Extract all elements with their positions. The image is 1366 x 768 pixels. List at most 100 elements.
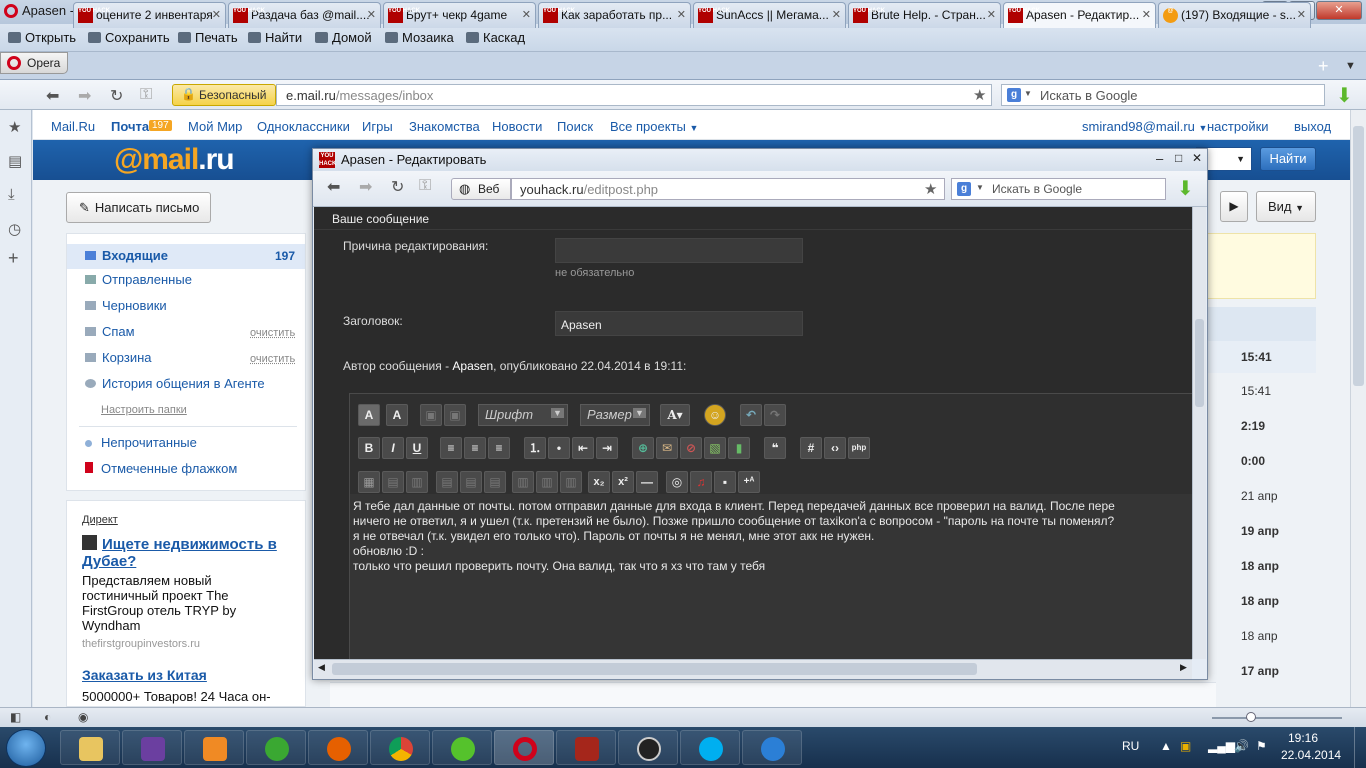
notes-icon[interactable]: ▤ [8,152,22,170]
link-znakomstva[interactable]: Знакомства [409,119,480,134]
show-desktop-button[interactable] [1354,727,1366,768]
outdent-icon[interactable]: ⇤ [572,437,594,459]
link-odnoklassniki[interactable]: Одноклассники [257,119,350,134]
indent-icon[interactable]: ⇥ [596,437,618,459]
scroll-left-icon[interactable]: ◀ [318,662,325,673]
network-signal-icon[interactable]: ▂▄▆ [1208,739,1235,753]
php-icon[interactable]: php [848,437,870,459]
link-moy-mir[interactable]: Мой Мир [188,119,242,134]
clock-time[interactable]: 19:16 [1288,731,1318,745]
clock-date[interactable]: 22.04.2014 [1281,748,1341,762]
downloads-icon[interactable]: ⤓ [8,186,15,203]
tab-item[interactable]: YOU HACK оцените 2 инвентаря ✕ [73,2,226,28]
close-tab-icon[interactable]: ✕ [212,8,221,21]
menu-open[interactable]: Открыть [8,30,76,45]
forward-icon[interactable]: ➡ [359,177,372,197]
popup-vertical-scrollbar[interactable] [1192,207,1206,659]
volume-icon[interactable]: 🔊 [1234,739,1249,753]
attachment-icon[interactable]: ▮ [728,437,750,459]
ad1-title-link[interactable]: Ищете недвижимость в Дубае? [82,536,282,570]
taskbar-utorrent[interactable] [246,730,306,765]
tab-item[interactable]: YOU HACK Как заработать пр... ✕ [538,2,691,28]
image-icon[interactable]: ▧ [704,437,726,459]
unlink-icon[interactable]: ⊘ [680,437,702,459]
scrollbar-thumb[interactable] [1195,319,1204,407]
size-select[interactable]: Размер ▼ [580,404,650,426]
link-poisk[interactable]: Поиск [557,119,593,134]
configure-folders-link[interactable]: Настроить папки [101,404,187,416]
turbo-icon[interactable]: ◐ [44,710,51,724]
history-clock-icon[interactable]: ◷ [8,220,21,238]
next-page-button[interactable]: ▶ [1220,191,1248,222]
new-tab-icon[interactable]: + [1318,56,1329,77]
view-button[interactable]: Вид ▼ [1256,191,1316,222]
align-left-icon[interactable]: ≡ [440,437,462,459]
popup-horizontal-scrollbar[interactable]: ◀ ▶ [314,659,1192,679]
menu-find[interactable]: Найти [248,30,302,45]
tab-item[interactable]: YOU HACK Раздача баз @mail.... ✕ [228,2,381,28]
clear-spam-link[interactable]: очистить [250,327,295,339]
table-delete-icon[interactable]: ▤ [484,471,506,493]
popup-maximize-icon[interactable]: □ [1175,151,1182,165]
insert-icon[interactable]: ▪ [714,471,736,493]
tab-item[interactable]: YOU HACK SunAccs || Мегама... ✕ [693,2,846,28]
subject-input[interactable]: Apasen [555,311,803,336]
user-email[interactable]: smirand98@mail.ru ▼ [1082,119,1207,134]
undo-icon[interactable]: ↶ [740,404,762,426]
tray-show-hidden-icon[interactable]: ▲ [1160,739,1172,753]
paste-icon[interactable]: ▣ [420,404,442,426]
mail-row-partial[interactable] [330,682,1216,707]
close-tab-icon[interactable]: ✕ [832,8,841,21]
popup-minimize-icon[interactable]: – [1156,151,1163,166]
paste-text-icon[interactable]: ▣ [444,404,466,426]
menu-print[interactable]: Печать [178,30,238,45]
align-right-icon[interactable]: ≡ [488,437,510,459]
mailru-logo[interactable]: @mail.ru [114,143,235,177]
table-row-icon[interactable]: ▤ [382,471,404,493]
link-icon[interactable]: ⊕ [632,437,654,459]
find-button[interactable]: Найти [1260,147,1316,171]
back-icon[interactable]: ⬅ [46,86,59,106]
table-merge-icon[interactable]: ▤ [460,471,482,493]
compose-button[interactable]: ✎ Написать письмо [66,192,211,223]
tab-list-icon[interactable]: ▼ [1345,60,1356,72]
table-props-icon[interactable]: ▥ [536,471,558,493]
scroll-right-icon[interactable]: ▶ [1180,662,1187,673]
download-icon[interactable]: ⬇ [1177,176,1194,201]
clear-trash-link[interactable]: очистить [250,353,295,365]
close-tab-icon[interactable]: ✕ [1297,8,1306,21]
underline-button[interactable]: U [406,437,428,459]
message-body-textarea[interactable]: Я тебе дал данные от почты. потом отправ… [353,499,1192,574]
table-split-icon[interactable]: ▥ [512,471,534,493]
tray-app-icon[interactable]: ▣ [1180,739,1191,753]
taskbar-icq[interactable] [432,730,492,765]
add-panel-icon[interactable]: + [8,248,19,269]
link-all-projects[interactable]: Все проекты ▼ [610,119,698,134]
tab-item[interactable]: YOU HACK Брут+ чекр 4game ✕ [383,2,536,28]
redo-icon[interactable]: ↷ [764,404,786,426]
reload-icon[interactable]: ↻ [110,86,123,106]
ad1-url[interactable]: thefirstgroupinvestors.ru [82,638,200,650]
bookmark-star-icon[interactable]: ★ [924,180,937,198]
bookmark-star-icon[interactable]: ★ [973,86,986,104]
language-indicator[interactable]: RU [1122,739,1139,753]
font-select[interactable]: Шрифт ▼ [478,404,568,426]
search-input[interactable]: g ▼ Искать в Google [1001,84,1325,106]
taskbar-skype[interactable] [680,730,740,765]
address-input[interactable]: e.mail.ru/messages/inbox ★ [276,84,992,106]
taskbar-media[interactable] [122,730,182,765]
download-icon[interactable]: ⬇ [1336,83,1353,108]
page-scrollbar[interactable] [1350,110,1366,707]
action-center-flag-icon[interactable]: ⚑ [1256,739,1267,753]
scrollbar-thumb[interactable] [332,663,977,675]
folder-spam[interactable]: Спам [85,324,135,339]
close-button[interactable]: ✕ [1316,1,1362,20]
font-size-icon[interactable]: +ᴬ [738,471,760,493]
code-icon[interactable]: ‹› [824,437,846,459]
panel-toggle-icon[interactable]: ◧ [10,710,21,724]
table-insert-icon[interactable]: ▤ [436,471,458,493]
reason-input[interactable] [555,238,803,263]
table-col-icon[interactable]: ▥ [406,471,428,493]
numbered-list-icon[interactable]: ⒈ [524,437,546,459]
hash-icon[interactable]: # [800,437,822,459]
